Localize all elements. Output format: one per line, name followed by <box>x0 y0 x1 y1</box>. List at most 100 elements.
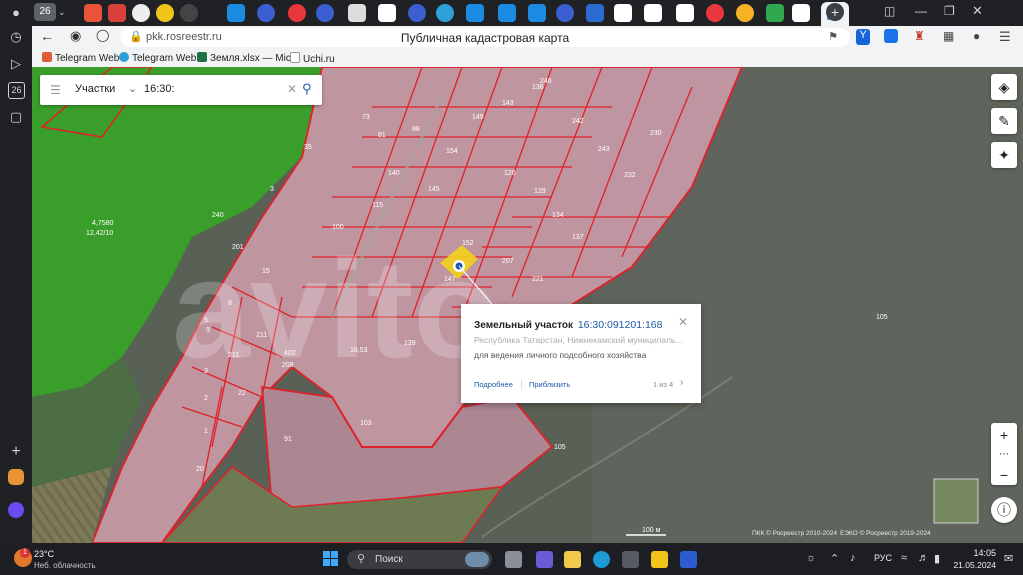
notifications-icon[interactable]: ✉ <box>1004 552 1013 565</box>
zoom-more-button[interactable]: ⋯ <box>991 445 1017 465</box>
clear-icon[interactable]: ✕ <box>287 82 297 96</box>
store-icon[interactable] <box>622 551 639 568</box>
edge-icon[interactable] <box>593 551 610 568</box>
search-input[interactable]: 16:30: <box>144 83 175 95</box>
tab-favicon-doc[interactable] <box>378 4 396 22</box>
info-button[interactable]: ⓘ <box>991 497 1017 523</box>
tab-counter[interactable]: 26 <box>34 3 56 21</box>
bookmark-item[interactable]: Земля.xlsx — Mic <box>197 52 291 64</box>
app-icon[interactable] <box>680 551 697 568</box>
tab-favicon-y[interactable] <box>528 4 546 22</box>
weather-temperature[interactable]: 23°C <box>34 549 54 559</box>
tab-favicon-gov[interactable] <box>316 4 334 22</box>
chevron-right-icon[interactable]: › <box>680 377 683 388</box>
add-panel-icon[interactable]: + <box>7 443 25 461</box>
tab-favicon-yandex[interactable] <box>288 4 306 22</box>
tab-favicon-pin[interactable] <box>156 4 174 22</box>
tab-favicon-doc[interactable] <box>792 4 810 22</box>
layers-button[interactable]: ◈ <box>991 74 1017 100</box>
taskbar-search-box[interactable]: ⚲ Поиск <box>347 550 492 569</box>
tab-favicon-yandex[interactable] <box>706 4 724 22</box>
collections-icon[interactable]: ◫ <box>884 4 895 18</box>
video-icon[interactable]: ▷ <box>7 55 25 73</box>
parcel-label: 140 <box>388 170 400 177</box>
tab-favicon-y[interactable] <box>498 4 516 22</box>
popup-zoom-link[interactable]: Приблизить <box>529 380 570 389</box>
yandex-browser-icon[interactable]: Y <box>856 29 870 45</box>
screen-icon[interactable]: ▢ <box>7 108 25 126</box>
weather-description[interactable]: Неб. облачность <box>34 561 96 570</box>
chevron-down-icon[interactable]: ⌄ <box>58 3 70 21</box>
history-icon[interactable]: ◷ <box>7 28 25 46</box>
popup-more-link[interactable]: Подробнее <box>474 380 513 389</box>
yandex-browser-taskbar-icon[interactable] <box>651 551 668 568</box>
extension-icon[interactable]: ♜ <box>914 29 925 43</box>
parcel-label: 12,42/10 <box>86 230 113 237</box>
tab-favicon-mail[interactable] <box>84 4 102 22</box>
tab-favicon-gov[interactable] <box>257 4 275 22</box>
minimize-icon[interactable]: — <box>915 4 927 18</box>
file-explorer-icon[interactable] <box>564 551 581 568</box>
bookmark-icon[interactable]: ⚑ <box>828 30 838 43</box>
tab-favicon-y[interactable] <box>466 4 484 22</box>
address-bar[interactable]: 🔒 pkk.rosreestr.ru Публичная кадастровая… <box>120 28 850 47</box>
menu-icon[interactable]: ☰ <box>50 83 61 97</box>
alice-assistant-icon[interactable] <box>8 502 24 518</box>
chevron-down-icon[interactable]: ⌄ <box>128 82 137 95</box>
language-indicator[interactable]: РУС <box>874 553 892 563</box>
window-close-icon[interactable]: ✕ <box>972 3 983 19</box>
popup-close-icon[interactable]: ✕ <box>678 315 688 329</box>
new-tab-button[interactable]: + <box>826 3 844 21</box>
tray-chevron-icon[interactable]: ⌃ <box>830 552 839 565</box>
volume-icon[interactable]: ♬ <box>918 552 929 564</box>
clock-date[interactable]: 21.05.2024 <box>948 560 996 570</box>
calendar-icon[interactable]: 26 <box>8 82 25 99</box>
bookmark-item[interactable]: Uchi.ru <box>290 52 335 65</box>
measure-button[interactable]: ✎ <box>991 108 1017 134</box>
menu-icon[interactable]: ☰ <box>999 29 1011 45</box>
tab-favicon-doc[interactable] <box>614 4 632 22</box>
tab-favicon-doc[interactable] <box>676 4 694 22</box>
tab-favicon-doc[interactable] <box>644 4 662 22</box>
zoom-in-button[interactable]: + <box>991 425 1017 445</box>
excel-icon <box>197 52 207 62</box>
search-icon[interactable]: ⚲ <box>302 81 312 97</box>
zoom-out-button[interactable]: − <box>991 465 1017 485</box>
tab-favicon-y[interactable] <box>227 4 245 22</box>
clock-time[interactable]: 14:05 <box>948 548 996 558</box>
popup-cadastral-number[interactable]: 16:30:091201:168 <box>578 319 663 331</box>
tab-favicon-app[interactable] <box>108 4 126 22</box>
tab-favicon-clock[interactable] <box>132 4 150 22</box>
tab-favicon-doc[interactable] <box>348 4 366 22</box>
battery-icon[interactable]: ▮ <box>934 552 940 565</box>
tab-favicon-green[interactable] <box>766 4 784 22</box>
tab-favicon-gov[interactable] <box>408 4 426 22</box>
profile-icon[interactable]: ● <box>7 4 25 22</box>
network-icon[interactable]: ☼ <box>806 552 816 564</box>
tab-favicon-telegram[interactable] <box>436 4 454 22</box>
locate-button[interactable]: ✦ <box>991 142 1017 168</box>
start-button[interactable] <box>323 551 339 567</box>
tab-favicon-dark[interactable] <box>180 4 198 22</box>
bookmark-item[interactable]: Telegram Web <box>119 52 196 64</box>
protect-icon[interactable]: ◯ <box>96 28 109 42</box>
tab-favicon-chrome[interactable] <box>736 4 754 22</box>
mail-extension-icon[interactable] <box>884 29 898 43</box>
profile-avatar-icon[interactable]: ● <box>973 29 980 43</box>
restore-icon[interactable]: ❐ <box>944 4 955 18</box>
search-category-select[interactable]: Участки <box>75 83 115 95</box>
tab-favicon-gov[interactable] <box>556 4 574 22</box>
layers-icon: ◈ <box>998 79 1010 95</box>
yandex-id-icon[interactable]: ◉ <box>70 28 81 44</box>
parcel-label: 2 <box>204 395 208 402</box>
parcel-label: 35 <box>304 144 312 151</box>
teams-icon[interactable] <box>536 551 553 568</box>
mail-app-icon[interactable] <box>8 469 24 485</box>
extensions-icon[interactable]: ▦ <box>943 29 954 43</box>
bookmark-item[interactable]: Telegram Web <box>42 52 119 64</box>
tab-favicon-blue[interactable] <box>586 4 604 22</box>
back-button[interactable]: ← <box>40 28 54 44</box>
microphone-icon[interactable]: ♪ <box>850 552 856 564</box>
wifi-icon[interactable]: ≈ <box>901 552 907 564</box>
task-view-icon[interactable] <box>505 551 522 568</box>
